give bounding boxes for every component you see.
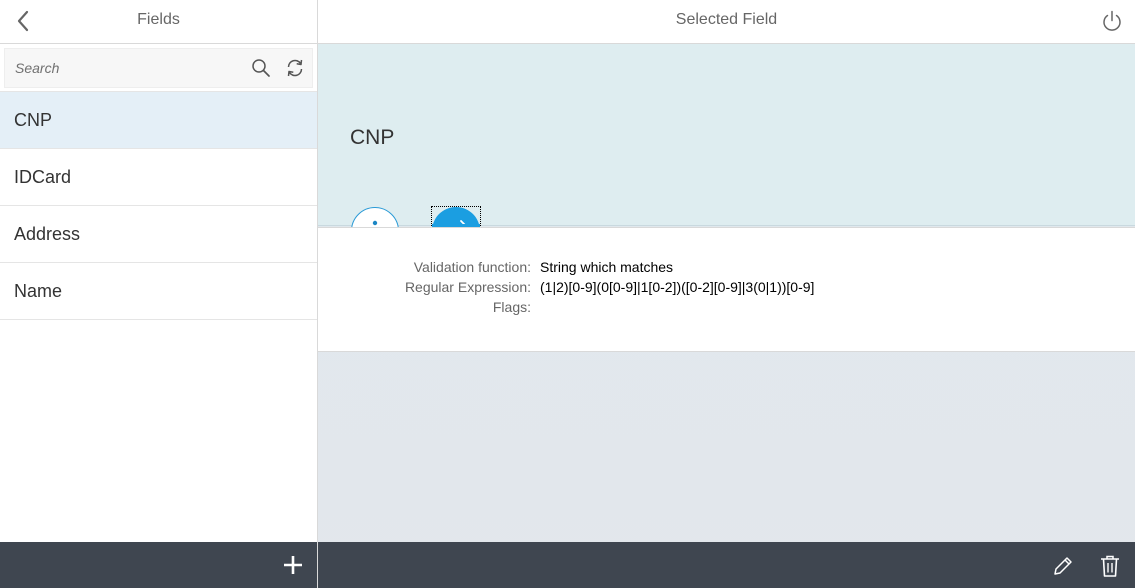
search-button[interactable] <box>244 51 278 85</box>
delete-button[interactable] <box>1098 554 1122 578</box>
validation-function-value: String which matches <box>540 259 674 275</box>
search-icon <box>252 59 270 77</box>
edit-button[interactable] <box>1051 554 1075 578</box>
search-bar <box>0 44 317 92</box>
master-footer <box>0 542 317 588</box>
detail-pane: Selected Field CNP Validation function: … <box>318 0 1135 588</box>
search-input[interactable] <box>5 49 244 87</box>
detail-footer <box>318 542 1135 588</box>
list-item[interactable]: IDCard <box>0 149 317 206</box>
form-row-flags: Flags: <box>318 297 1135 317</box>
master-header: Fields <box>0 0 317 44</box>
regular-expression-label: Regular Expression: <box>404 279 531 295</box>
form-row-regex: Regular Expression: (1|2)[0-9](0[0-9]|1[… <box>318 277 1135 297</box>
list-item[interactable]: CNP <box>0 92 317 149</box>
object-header: CNP <box>318 44 1135 256</box>
power-icon <box>1103 10 1121 31</box>
pencil-icon <box>1054 557 1072 575</box>
validation-function-label: Validation function: <box>413 259 531 275</box>
master-title: Fields <box>137 11 180 28</box>
regular-expression-value: (1|2)[0-9](0[0-9]|1[0-2])([0-2][0-9]|3(0… <box>540 279 815 295</box>
plus-icon <box>284 556 302 574</box>
detail-title: Selected Field <box>675 11 778 28</box>
list-item[interactable]: Address <box>0 206 317 263</box>
list-item[interactable]: Name <box>0 263 317 320</box>
add-button[interactable] <box>281 552 305 578</box>
search-field <box>4 48 313 88</box>
trash-icon <box>1101 555 1119 577</box>
flags-label: Flags: <box>492 299 531 315</box>
refresh-icon <box>287 59 303 77</box>
logout-button[interactable] <box>1099 8 1125 34</box>
master-pane: Fields CNP IDCard Address <box>0 0 318 588</box>
object-title: CNP <box>350 126 395 149</box>
refresh-button[interactable] <box>278 51 312 85</box>
form-row-validation: Validation function: String which matche… <box>318 257 1135 277</box>
validation-form: Validation function: String which matche… <box>318 227 1135 352</box>
detail-header: Selected Field <box>318 0 1135 44</box>
field-list: CNP IDCard Address Name <box>0 92 317 320</box>
